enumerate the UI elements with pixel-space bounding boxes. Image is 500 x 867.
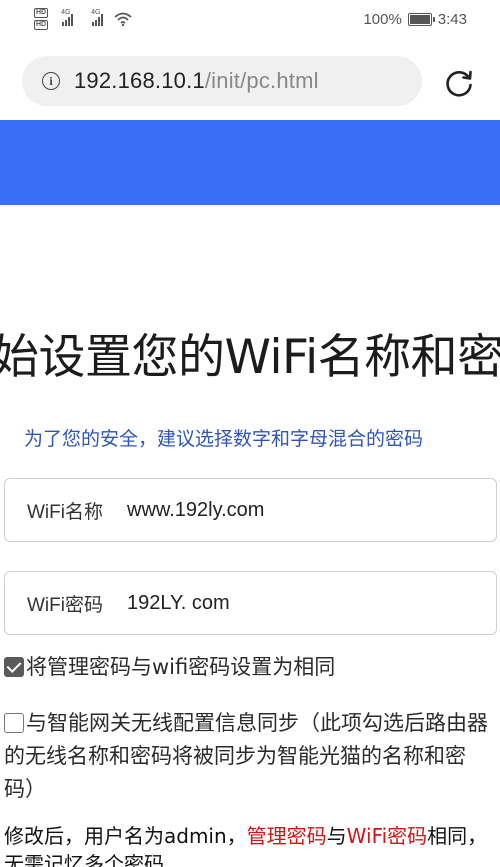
- note-admin-password: 管理密码: [246, 824, 327, 848]
- wifi-password-input[interactable]: [127, 591, 457, 615]
- sync-gateway-label: 与智能网关无线配置信息同步（此项勾选后路由器的无线名称和密码将被同步为智能光猫的…: [4, 711, 488, 801]
- clock: 3:43: [437, 11, 467, 28]
- url-field[interactable]: i 192.168.10.1/init/pc.html: [22, 56, 422, 106]
- address-bar: i 192.168.10.1/init/pc.html: [0, 46, 500, 116]
- note-wifi-password: WiFi密码: [346, 824, 428, 848]
- battery-percent: 100%: [363, 11, 402, 28]
- sync-gateway-checkbox[interactable]: [4, 713, 24, 733]
- wifi-name-input[interactable]: [127, 498, 457, 522]
- wifi-name-field[interactable]: WiFi名称: [4, 478, 497, 542]
- security-hint: 为了您的安全，建议选择数字和字母混合的密码: [24, 428, 424, 450]
- signal-icon: 4G: [91, 9, 108, 26]
- sync-gateway-option[interactable]: 与智能网关无线配置信息同步（此项勾选后路由器的无线名称和密码将被同步为智能光猫的…: [4, 707, 496, 806]
- network-tag: 4G: [61, 9, 71, 16]
- screen: HD HD 4G 4G 100% 3:43 i 192.168.10.1/ini…: [0, 0, 500, 867]
- header-banner: [0, 120, 500, 205]
- battery-icon: [407, 13, 435, 26]
- wifi-password-field[interactable]: WiFi密码: [4, 571, 497, 635]
- hd-badge: HD: [34, 8, 49, 18]
- note-text: 修改后，用户名为admin，: [4, 824, 247, 848]
- hd-badge: HD: [34, 20, 49, 30]
- status-left: HD HD 4G 4G: [34, 8, 132, 30]
- wifi-name-label: WiFi名称: [27, 501, 103, 523]
- same-password-label: 将管理密码与wifi密码设置为相同: [26, 655, 336, 679]
- wifi-icon: [114, 12, 132, 26]
- reload-icon[interactable]: [442, 66, 476, 100]
- url-path: /init/pc.html: [204, 68, 319, 93]
- wifi-password-label: WiFi密码: [27, 594, 103, 616]
- url-text[interactable]: 192.168.10.1/init/pc.html: [74, 68, 319, 94]
- status-bar: HD HD 4G 4G 100% 3:43: [0, 0, 500, 42]
- same-password-checkbox[interactable]: [4, 657, 24, 677]
- page-title: 始设置您的WiFi名称和密: [0, 330, 500, 385]
- info-circle-icon[interactable]: i: [42, 72, 60, 90]
- status-right: 100% 3:43: [363, 11, 467, 28]
- network-tag: 4G: [91, 9, 101, 16]
- signal-icon: 4G: [61, 9, 78, 26]
- same-password-option[interactable]: 将管理密码与wifi密码设置为相同: [4, 651, 496, 684]
- hd-badges: HD HD: [34, 8, 49, 30]
- url-host: 192.168.10.1: [74, 68, 205, 93]
- note-text: 与: [326, 824, 347, 848]
- login-note: 修改后，用户名为admin，管理密码与WiFi密码相同，无需记忆多个密码: [4, 822, 496, 867]
